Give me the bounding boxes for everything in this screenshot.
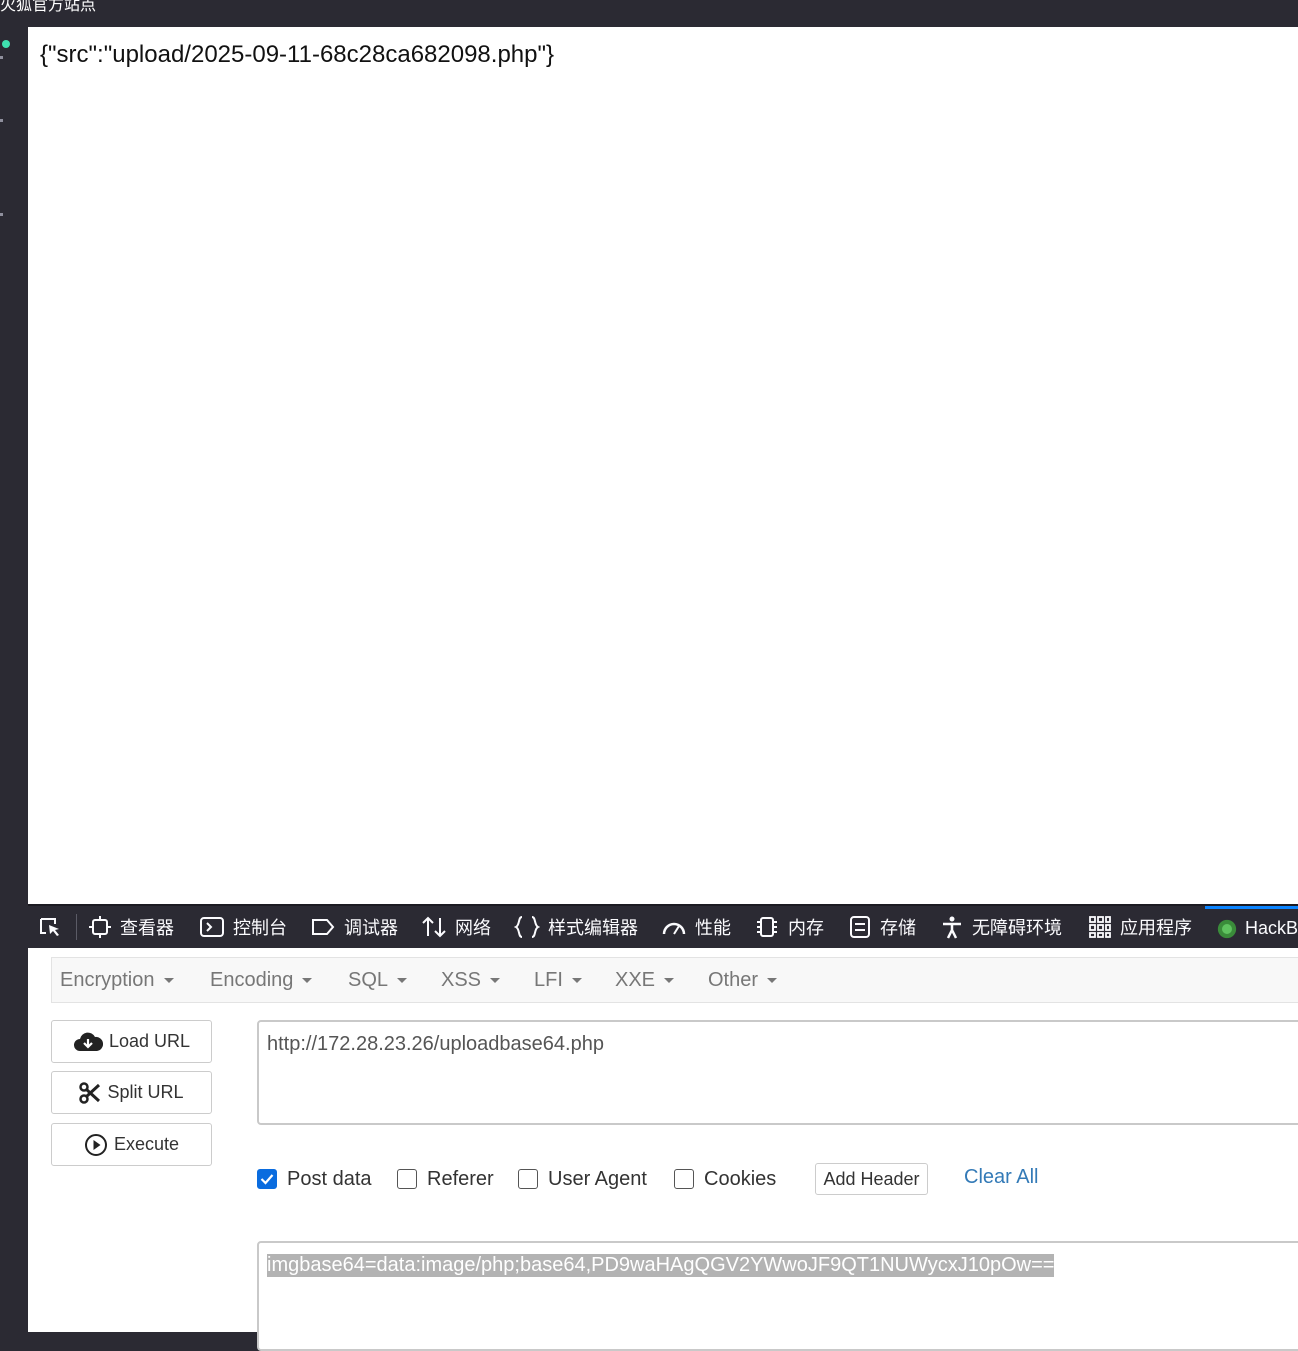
menu-encryption[interactable]: Encryption — [60, 958, 174, 1002]
post-data-checkbox[interactable]: Post data — [257, 1165, 372, 1193]
sidebar-marker — [0, 213, 3, 216]
network-icon — [422, 916, 446, 938]
post-data-label: Post data — [287, 1167, 372, 1190]
element-picker-button[interactable] — [38, 906, 72, 948]
sidebar-marker — [0, 119, 3, 122]
tab-label: 查看器 — [120, 918, 174, 938]
referer-checkbox[interactable]: Referer — [397, 1165, 494, 1193]
cookies-checkbox[interactable]: Cookies — [674, 1165, 776, 1193]
tab-label: 性能 — [695, 918, 731, 938]
tab-hackbar[interactable]: HackB — [1205, 906, 1298, 948]
performance-icon — [662, 922, 686, 935]
user-agent-label: User Agent — [548, 1167, 647, 1190]
tab-label: 无障碍环境 — [972, 918, 1062, 938]
cookies-label: Cookies — [704, 1167, 777, 1190]
cloud-download-icon — [73, 1032, 103, 1051]
memory-icon — [757, 917, 777, 937]
tab-label: 样式编辑器 — [548, 918, 638, 938]
json-response-text: {"src":"upload/2025-09-11-68c28ca682098.… — [40, 41, 555, 68]
menu-xxe[interactable]: XXE — [615, 958, 675, 1002]
application-icon — [1089, 916, 1111, 938]
caret-down-icon — [302, 978, 313, 984]
clear-all-link[interactable]: Clear All — [964, 1166, 1038, 1189]
storage-icon — [850, 916, 870, 938]
sidebar-marker — [0, 56, 3, 59]
menu-lfi[interactable]: LFI — [534, 958, 582, 1002]
toolbar-separator — [76, 914, 77, 940]
tab-application[interactable]: 应用程序 — [1088, 906, 1192, 948]
caret-down-icon — [571, 978, 582, 984]
tab-label: 存储 — [880, 918, 916, 938]
tab-inspector[interactable]: 查看器 — [88, 906, 174, 948]
caret-down-icon — [490, 978, 501, 984]
hackbar-panel: Encryption Encoding SQL XSS LFI XXE Othe… — [28, 948, 1298, 1351]
scissors-icon — [79, 1081, 101, 1104]
tab-storage[interactable]: 存储 — [848, 906, 916, 948]
debugger-icon — [312, 919, 335, 935]
left-sidebar — [0, 27, 28, 1332]
menu-sql[interactable]: SQL — [348, 958, 408, 1002]
window-title: 火狐官方站点 — [0, 0, 97, 14]
inspector-icon — [89, 916, 111, 938]
add-header-button[interactable]: Add Header — [815, 1163, 928, 1195]
tab-label: HackB — [1244, 918, 1298, 938]
tab-accessibility[interactable]: 无障碍环境 — [940, 906, 1062, 948]
load-url-button[interactable]: Load URL — [51, 1020, 212, 1063]
caret-down-icon — [767, 978, 778, 984]
referer-label: Referer — [427, 1167, 494, 1190]
tab-label: 网络 — [455, 918, 491, 938]
execute-button[interactable]: Execute — [51, 1123, 212, 1166]
caret-down-icon — [163, 978, 174, 984]
tab-debugger[interactable]: 调试器 — [310, 906, 398, 948]
checkbox-checked-icon[interactable] — [257, 1169, 277, 1189]
tab-network[interactable]: 网络 — [421, 906, 491, 948]
post-data-value: imgbase64=data:image/php;base64,PD9waHAg… — [267, 1254, 1055, 1277]
menu-other[interactable]: Other — [708, 958, 778, 1002]
console-icon — [200, 917, 224, 937]
user-agent-checkbox[interactable]: User Agent — [518, 1165, 647, 1193]
split-url-button[interactable]: Split URL — [51, 1071, 212, 1114]
tab-label: 应用程序 — [1120, 918, 1192, 938]
style-editor-icon — [514, 916, 540, 938]
post-data-input[interactable]: imgbase64=data:image/php;base64,PD9waHAg… — [257, 1241, 1298, 1351]
checkbox-icon[interactable] — [518, 1169, 538, 1189]
checkbox-icon[interactable] — [674, 1169, 694, 1189]
devtools-toolbar: 查看器 控制台 调试器 网络 样式编辑器 性能 内存 存储 无障碍环境 应用程序… — [28, 904, 1298, 948]
tab-memory[interactable]: 内存 — [754, 906, 824, 948]
tab-performance[interactable]: 性能 — [661, 906, 731, 948]
hackbar-menu-bar: Encryption Encoding SQL XSS LFI XXE Othe… — [51, 957, 1298, 1003]
checkbox-icon[interactable] — [397, 1169, 417, 1189]
caret-down-icon — [397, 978, 408, 984]
caret-down-icon — [664, 978, 675, 984]
pick-element-icon — [40, 918, 59, 936]
play-circle-icon — [84, 1133, 107, 1156]
hackbar-icon — [1217, 919, 1237, 938]
tab-label: 调试器 — [344, 918, 398, 938]
menu-xss[interactable]: XSS — [441, 958, 501, 1002]
window-title-bar: 火狐官方站点 — [0, 0, 1298, 27]
url-input-value: http://172.28.23.26/uploadbase64.php — [267, 1033, 604, 1055]
tab-console[interactable]: 控制台 — [199, 906, 287, 948]
url-input[interactable]: http://172.28.23.26/uploadbase64.php — [257, 1020, 1298, 1125]
status-dot-icon — [2, 40, 10, 48]
tab-label: 内存 — [788, 918, 824, 938]
tab-label: 控制台 — [233, 918, 287, 938]
tab-style-editor[interactable]: 样式编辑器 — [514, 906, 638, 948]
accessibility-icon — [943, 916, 961, 939]
page-content: {"src":"upload/2025-09-11-68c28ca682098.… — [28, 27, 1298, 904]
menu-encoding[interactable]: Encoding — [210, 958, 313, 1002]
